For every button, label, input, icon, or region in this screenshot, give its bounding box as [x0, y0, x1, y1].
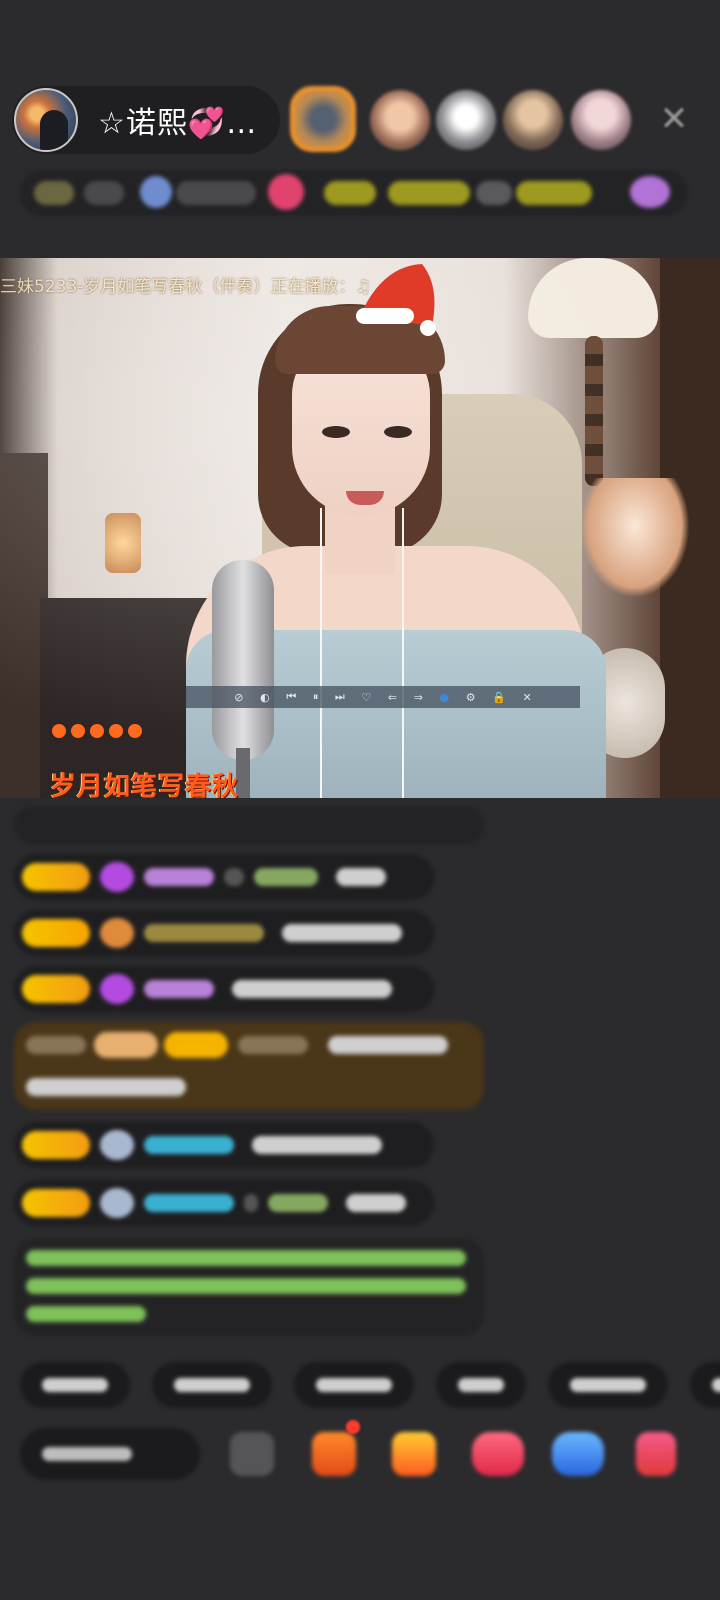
tag-item	[176, 181, 256, 205]
record-icon[interactable]: ●	[440, 691, 450, 704]
close-player-icon[interactable]: ✕	[522, 691, 531, 704]
top-viewer-avatar-4[interactable]	[503, 90, 563, 150]
quick-chip[interactable]	[152, 1362, 272, 1408]
chat-message	[14, 1180, 434, 1226]
now-playing-ticker: 三妹5233-岁月如笔写春秋（伴奏）正在播放：♫	[0, 277, 371, 297]
game-controller-icon[interactable]	[552, 1432, 604, 1476]
music-player-controls[interactable]: ⊘ ◐ ⏮ ⏸ ⏭ ♡ ⇐ ⇒ ● ⚙ 🔒 ✕	[186, 686, 580, 708]
quick-chip[interactable]	[294, 1362, 414, 1408]
chat-input[interactable]	[20, 1428, 200, 1480]
lyric-progress-dots	[52, 724, 142, 738]
tag-item	[324, 181, 376, 205]
chat-message	[14, 1122, 434, 1168]
chat-message	[14, 854, 434, 900]
gem-icon	[100, 862, 134, 892]
chat-message-highlighted	[14, 1022, 484, 1110]
settings-icon[interactable]: ⚙	[466, 691, 476, 704]
tag-item	[476, 181, 512, 205]
emoji-icon[interactable]	[230, 1432, 274, 1476]
forward-icon[interactable]: ⇒	[414, 691, 423, 704]
back-icon[interactable]: ⇐	[388, 691, 397, 704]
avatar	[100, 918, 134, 948]
top-viewer-avatar-2[interactable]	[370, 90, 430, 150]
tag-item	[84, 181, 124, 205]
system-notice	[14, 1238, 484, 1336]
notification-dot	[346, 1420, 360, 1434]
quick-chip[interactable]	[20, 1362, 130, 1408]
control-icon-2[interactable]: ◐	[260, 691, 270, 704]
next-icon[interactable]: ⏭	[335, 690, 345, 704]
earphone-cable	[320, 508, 322, 798]
top-viewer-avatar-3[interactable]	[436, 90, 496, 150]
pause-icon[interactable]: ⏸	[313, 690, 319, 704]
quick-chip[interactable]	[690, 1362, 720, 1408]
quick-chip[interactable]	[436, 1362, 526, 1408]
prev-icon[interactable]: ⏮	[286, 690, 296, 704]
tag-item	[388, 181, 470, 205]
host-info-pill[interactable]: ☆诺熙💞…	[12, 86, 280, 154]
microphone	[212, 560, 274, 760]
top-viewer-avatar-1[interactable]	[290, 86, 356, 152]
top-viewer-avatar-5[interactable]	[571, 90, 631, 150]
streamer-eye	[384, 426, 412, 438]
host-name: ☆诺熙💞…	[98, 106, 258, 141]
tag-avatar	[140, 176, 172, 208]
streamer-eye	[322, 426, 350, 438]
red-envelope-icon[interactable]	[392, 1432, 436, 1476]
like-icon[interactable]: ♡	[361, 691, 371, 704]
tag-item	[516, 181, 592, 205]
quick-chip[interactable]	[548, 1362, 668, 1408]
host-avatar[interactable]	[14, 88, 78, 152]
tag-icon	[630, 176, 670, 208]
tag-avatar	[268, 174, 304, 210]
earphone-cable	[402, 508, 404, 798]
song-title: 岁月如笔写春秋	[50, 772, 240, 798]
chat-message	[14, 806, 484, 844]
avatar	[100, 1130, 134, 1160]
game-icon[interactable]	[472, 1432, 524, 1476]
tag-icon	[34, 181, 74, 205]
shop-icon[interactable]	[636, 1432, 676, 1476]
control-icon-1[interactable]: ⊘	[234, 691, 243, 704]
close-icon[interactable]: ✕	[656, 101, 692, 137]
chat-message	[14, 910, 434, 956]
santa-hat-icon	[356, 264, 436, 336]
live-video[interactable]: 三妹5233-岁月如笔写春秋（伴奏）正在播放：♫ ⊘ ◐ ⏮ ⏸ ⏭ ♡ ⇐ ⇒…	[0, 258, 720, 798]
gift-icon[interactable]	[312, 1432, 356, 1476]
gem-icon	[100, 974, 134, 1004]
chat-message	[14, 966, 434, 1012]
lock-icon[interactable]: 🔒	[492, 691, 506, 704]
avatar	[100, 1188, 134, 1218]
